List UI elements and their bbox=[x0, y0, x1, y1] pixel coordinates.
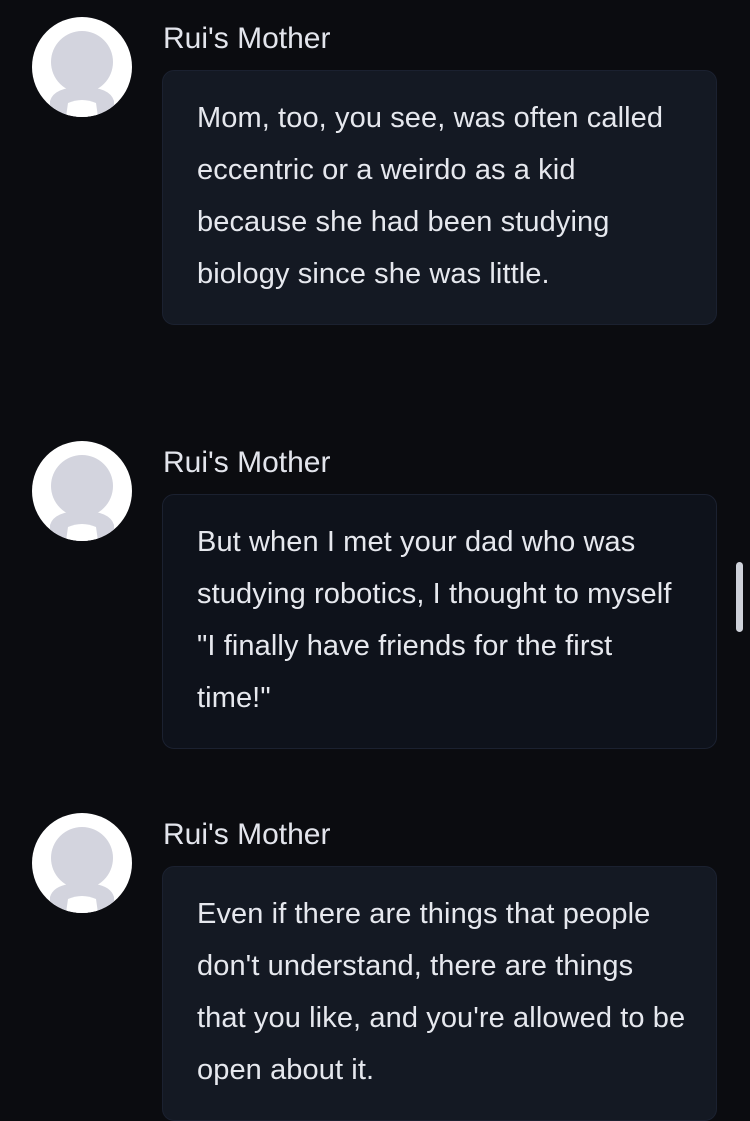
avatar[interactable] bbox=[32, 441, 132, 541]
message-text: Even if there are things that people don… bbox=[197, 898, 686, 1086]
sender-name: Rui's Mother bbox=[163, 818, 331, 851]
scrollbar-thumb[interactable] bbox=[736, 562, 743, 632]
message-bubble[interactable]: Mom, too, you see, was often called ecce… bbox=[162, 70, 717, 325]
avatar[interactable] bbox=[32, 813, 132, 913]
sender-name: Rui's Mother bbox=[163, 22, 331, 55]
default-user-avatar-icon bbox=[50, 31, 114, 117]
message-text: But when I met your dad who was studying… bbox=[197, 526, 672, 714]
message-bubble[interactable]: But when I met your dad who was studying… bbox=[162, 494, 717, 749]
message-text: Mom, too, you see, was often called ecce… bbox=[197, 102, 664, 290]
default-user-avatar-icon bbox=[50, 455, 114, 541]
message-bubble[interactable]: Even if there are things that people don… bbox=[162, 866, 717, 1121]
avatar[interactable] bbox=[32, 17, 132, 117]
sender-name: Rui's Mother bbox=[163, 446, 331, 479]
default-user-avatar-icon bbox=[50, 827, 114, 913]
